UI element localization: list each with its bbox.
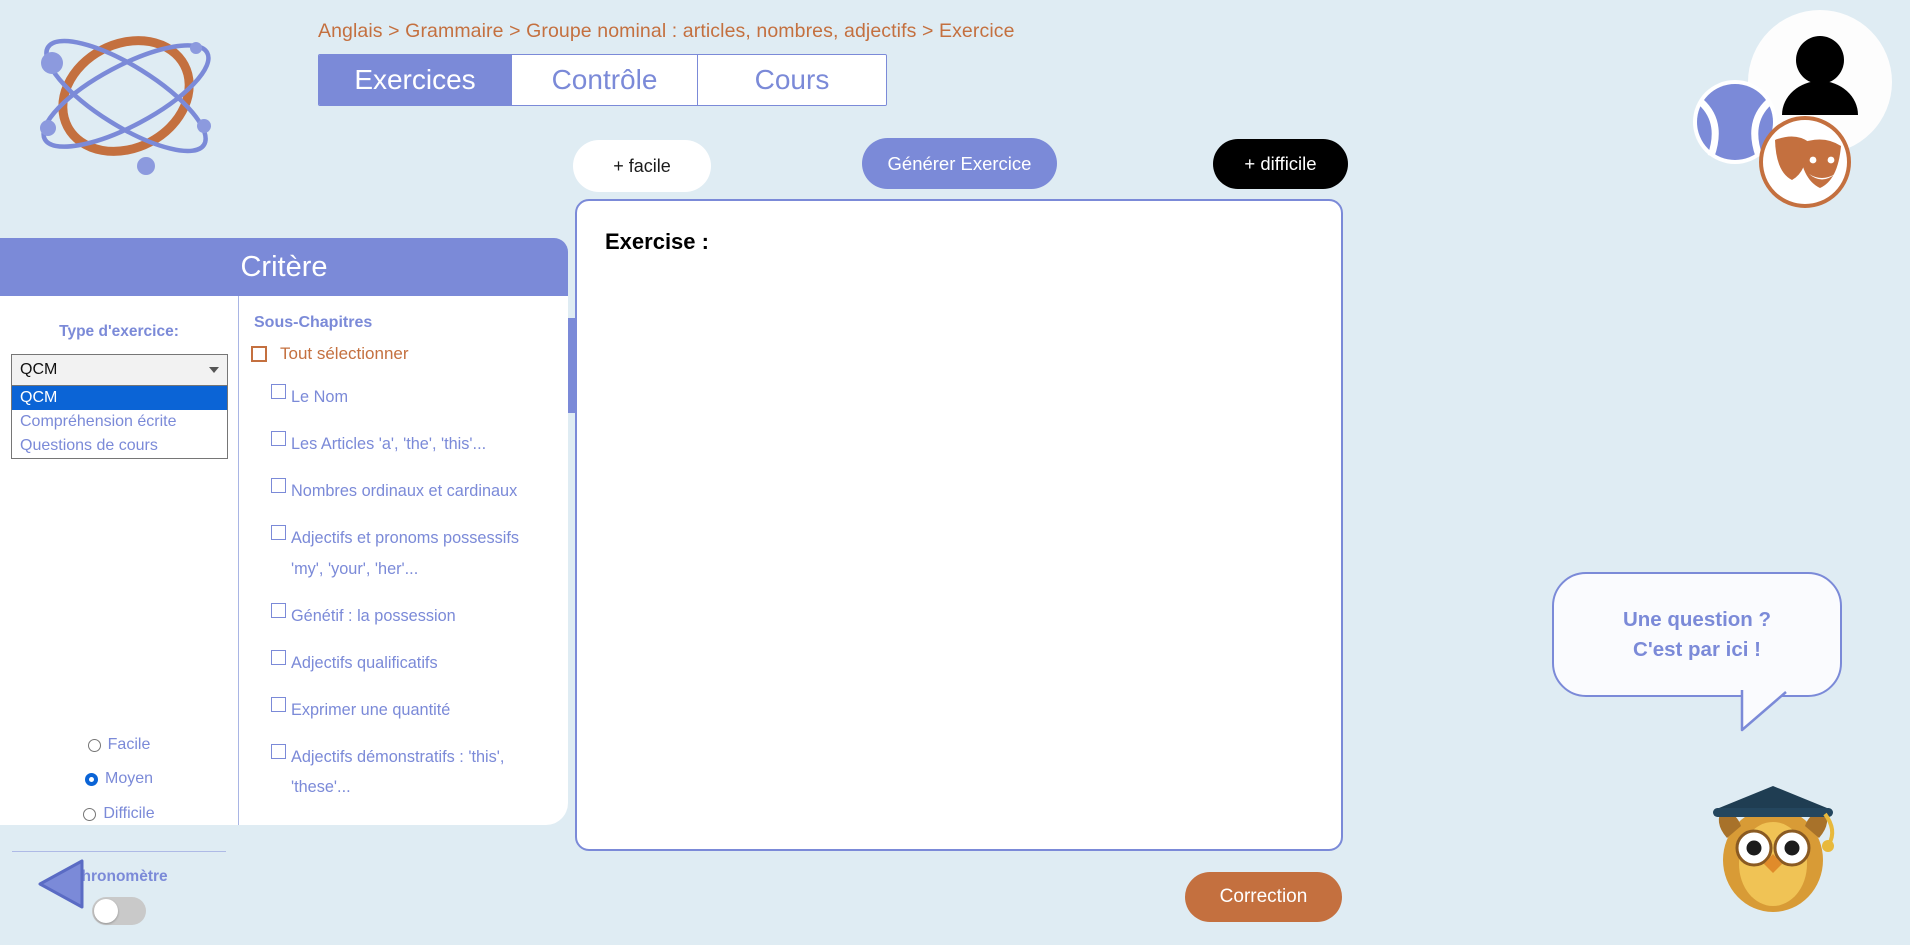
subchapter-checkbox[interactable] (271, 649, 286, 665)
option-comprehension-ecrite[interactable]: Compréhension écrite (12, 410, 227, 434)
tab-exercices[interactable]: Exercices (319, 55, 512, 106)
section-divider (12, 851, 226, 852)
chronometer-toggle[interactable] (92, 897, 146, 925)
subchapter-checkbox[interactable] (271, 744, 286, 760)
exercise-type-select[interactable]: QCM QCM Compréhension écrite Questions d… (11, 354, 228, 460)
subchapter-item[interactable]: Adjectifs et pronoms possessifs 'my', 'y… (271, 523, 549, 583)
subchapter-item[interactable]: Nombres ordinaux et cardinaux (271, 476, 549, 506)
avatar-cluster[interactable] (1677, 2, 1902, 227)
radio-difficile[interactable] (83, 807, 97, 821)
difficulty-option-difficile[interactable]: Difficile (0, 805, 238, 823)
criteria-left-column: Type d'exercice: QCM QCM Compréhension é… (0, 296, 238, 925)
subchapter-label: Génétif : la possession (291, 606, 456, 625)
help-bubble-line-2: C'est par ici ! (1633, 637, 1761, 661)
difficulty-option-moyen[interactable]: Moyen (0, 770, 238, 788)
subchapter-item[interactable]: Adjectifs qualificatifs (271, 648, 549, 678)
back-button[interactable] (32, 855, 90, 913)
exercise-title: Exercise : (605, 229, 709, 254)
option-qcm[interactable]: QCM (12, 386, 227, 411)
exercise-type-options-list: QCM Compréhension écrite Questions de co… (11, 386, 228, 460)
subchapter-item[interactable]: Génétif : la possession (271, 601, 549, 631)
subchapter-label: Adjectifs démonstratifs : 'this', 'these… (291, 748, 505, 797)
criteria-panel-title: Critère (0, 238, 568, 296)
speech-bubble-tail (1740, 690, 1800, 740)
subchapters-title: Sous-Chapitres (254, 314, 373, 331)
subchapter-label: Adjectifs qualificatifs (291, 653, 438, 672)
avatar-head (1796, 36, 1844, 84)
radio-facile[interactable] (87, 738, 101, 752)
subchapter-item[interactable]: Le Nom (271, 382, 549, 412)
criteria-panel: Type d'exercice: QCM QCM Compréhension é… (0, 296, 568, 925)
subchapter-item[interactable]: Exprimer une quantité (271, 695, 549, 725)
difficulty-label-moyen: Moyen (104, 770, 154, 787)
generate-exercise-button[interactable]: Générer Exercice (862, 138, 1057, 189)
tab-controle[interactable]: Contrôle (512, 55, 698, 106)
correction-button[interactable]: Correction (1185, 872, 1342, 922)
exercise-type-label: Type d'exercice: (59, 323, 179, 340)
easier-button[interactable]: + facile (573, 140, 711, 192)
subchapter-checkbox[interactable] (271, 478, 286, 494)
subchapter-label: Nombres ordinaux et cardinaux (291, 482, 518, 501)
subchapter-checkbox[interactable] (271, 525, 286, 541)
subchapter-checkbox[interactable] (271, 431, 286, 447)
subchapter-label: Exprimer une quantité (291, 700, 451, 719)
exercise-type-selected-text: QCM (20, 361, 58, 378)
subchapter-checkbox[interactable] (271, 602, 286, 618)
owl-mascot[interactable] (1697, 768, 1849, 920)
select-all-checkbox[interactable] (251, 346, 267, 362)
chevron-down-icon (209, 367, 219, 373)
select-all-label: Tout sélectionner (280, 344, 409, 363)
main-tabs: Exercices Contrôle Cours (318, 54, 887, 107)
difficulty-label-facile: Facile (107, 736, 151, 753)
subchapter-item[interactable]: Les Articles 'a', 'the', 'this'... (271, 429, 549, 459)
subchapter-checkbox[interactable] (271, 696, 286, 712)
subchapter-label: Adjectifs et pronoms possessifs 'my', 'y… (291, 529, 520, 578)
tab-cours[interactable]: Cours (698, 55, 886, 106)
subchapter-checkbox[interactable] (271, 384, 286, 399)
select-all-row[interactable]: Tout sélectionner (251, 344, 568, 364)
radio-moyen[interactable] (84, 772, 98, 786)
subchapter-item[interactable]: Adjectifs démonstratifs : 'this', 'these… (271, 742, 549, 802)
help-bubble-line-1: Une question ? (1622, 607, 1772, 631)
help-speech-bubble[interactable]: Une question ? C'est par ici ! (1552, 572, 1842, 697)
exercise-type-select-value[interactable]: QCM (11, 354, 228, 386)
exercise-panel: Exercise : (575, 199, 1343, 851)
subchapters-column: Sous-Chapitres Tout sélectionner Le Nom … (238, 296, 568, 825)
harder-button[interactable]: + difficile (1213, 139, 1348, 189)
subchapter-label: Les Articles 'a', 'the', 'this'... (291, 435, 487, 454)
breadcrumb[interactable]: Anglais > Grammaire > Groupe nominal : a… (318, 20, 1015, 43)
chronometer-toggle-knob (94, 899, 118, 923)
subchapter-label: Le Nom (291, 388, 349, 406)
option-questions-de-cours[interactable]: Questions de cours (12, 434, 227, 458)
difficulty-label-difficile: Difficile (103, 805, 155, 822)
difficulty-option-facile[interactable]: Facile (0, 736, 238, 754)
app-logo (18, 8, 233, 188)
